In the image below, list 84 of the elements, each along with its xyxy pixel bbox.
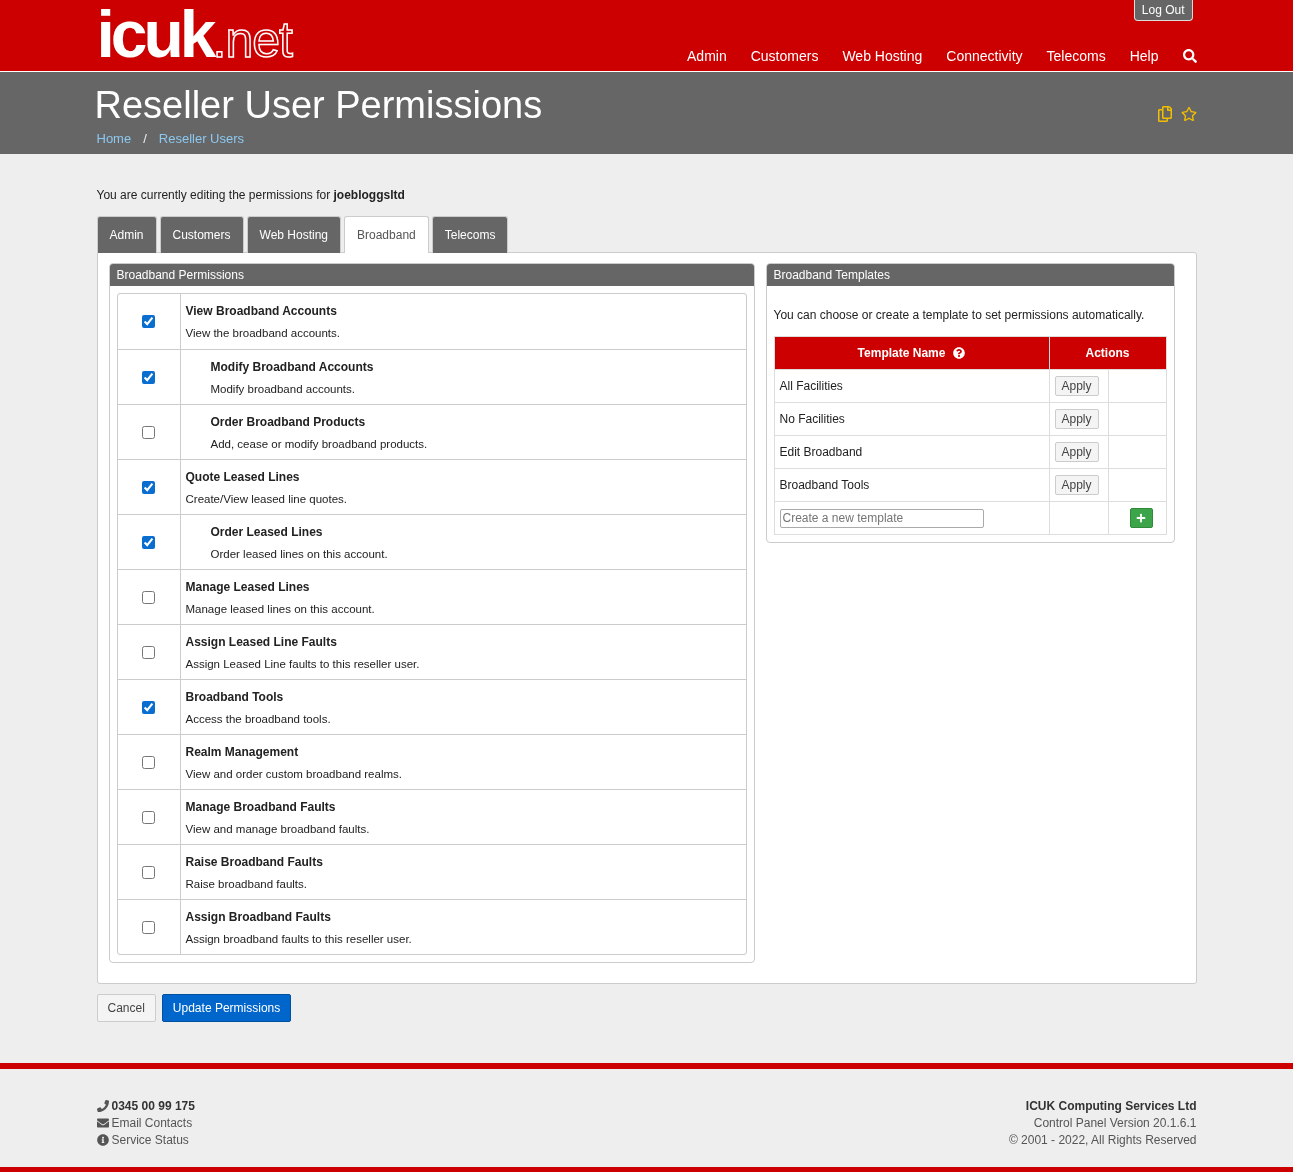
permission-description: Add, cease or modify broadband products. (210, 438, 428, 450)
plus-icon (1136, 513, 1146, 523)
checkbox[interactable] (142, 425, 155, 439)
checkbox[interactable] (142, 535, 155, 549)
search-icon[interactable] (1182, 49, 1197, 63)
permission-description: Access the broadband tools. (185, 713, 331, 725)
permission-description: View and order custom broadband realms. (185, 768, 402, 780)
breadcrumb-link[interactable]: Home (96, 131, 132, 146)
permission-name: Manage Leased Lines (185, 580, 311, 594)
add-button[interactable] (1129, 508, 1153, 528)
panel-title: Broadband Templates (766, 264, 1174, 286)
envelope-icon (96, 1117, 109, 1129)
permission-description: View the broadband accounts. (185, 327, 340, 339)
permission-description: Assign Leased Line faults to this reseller user. (185, 658, 420, 670)
checkbox[interactable] (142, 865, 155, 879)
page-title: Reseller User Permissions (94, 84, 543, 127)
permission-name: Raise Broadband Faults (185, 855, 323, 869)
permission-description: Create/View leased line quotes. (185, 493, 348, 505)
permission-description: Modify broadband accounts. (210, 383, 356, 395)
apply-button[interactable]: Apply (1054, 409, 1099, 429)
checkbox[interactable] (142, 315, 155, 328)
apply-button[interactable]: Apply (1054, 442, 1099, 462)
intro-text: You are currently editing the permissions for joebloggsltd (96, 188, 406, 202)
tab[interactable]: Admin (96, 216, 157, 253)
tab[interactable]: Telecoms (431, 216, 509, 253)
column-header: Template Name (774, 336, 1049, 370)
footer-link[interactable]: Service Status (111, 1133, 189, 1147)
checkbox[interactable] (142, 920, 155, 934)
phone-icon (96, 1100, 109, 1112)
logout-button[interactable]: Log Out (1133, 0, 1193, 21)
templates-intro: You can choose or create a template to set permissions automatically. (773, 308, 1146, 322)
permission-name: Modify Broadband Accounts (210, 360, 374, 374)
permission-name: Manage Broadband Faults (185, 800, 337, 814)
permission-name: Order Leased Lines (210, 525, 324, 539)
nav-link[interactable]: Telecoms (1046, 48, 1106, 64)
copy-icon[interactable] (1156, 106, 1173, 122)
nav-link[interactable]: Web Hosting (842, 48, 923, 64)
update-button[interactable]: Update Permissions (161, 994, 292, 1022)
permission-description: View and manage broadband faults. (185, 823, 370, 835)
permission-name: Realm Management (185, 745, 300, 759)
breadcrumb-separator: / (143, 131, 147, 146)
permission-name: Order Broadband Products (210, 415, 367, 429)
permission-description: Order leased lines on this account. (210, 548, 388, 560)
checkbox[interactable] (142, 370, 155, 384)
cancel-button[interactable]: Cancel (96, 994, 156, 1022)
permission-description: Manage leased lines on this account. (185, 603, 375, 615)
checkbox[interactable] (142, 645, 155, 659)
footer-text: ICUK Computing Services Ltd (1025, 1099, 1197, 1113)
footer-text: © 2001 - 2022, All Rights Reserved (1008, 1133, 1197, 1147)
apply-button[interactable]: Apply (1054, 475, 1099, 495)
input-field[interactable]: Create a new template (779, 508, 984, 528)
permission-name: Assign Broadband Faults (185, 910, 332, 924)
table-cell: Broadband Tools (774, 468, 1049, 502)
nav-link[interactable]: Customers (750, 48, 819, 64)
apply-button[interactable]: Apply (1054, 376, 1099, 396)
footer-text: Control Panel Version 20.1.6.1 (1033, 1116, 1197, 1130)
permission-name: Quote Leased Lines (185, 470, 301, 484)
permission-description: Raise broadband faults. (185, 878, 308, 890)
tab[interactable]: Web Hosting (246, 216, 341, 253)
panel-title: Broadband Permissions (109, 264, 754, 286)
star-icon[interactable] (1180, 106, 1197, 122)
footer-link[interactable]: Email Contacts (111, 1116, 193, 1130)
table-cell: All Facilities (774, 369, 1049, 403)
checkbox[interactable] (142, 590, 155, 604)
tab[interactable]: Customers (159, 216, 244, 253)
checkbox[interactable] (142, 700, 155, 714)
checkbox[interactable] (142, 755, 155, 769)
table-cell: No Facilities (774, 402, 1049, 436)
tab[interactable]: Broadband (344, 216, 429, 253)
nav-link[interactable]: Admin (687, 48, 727, 64)
checkbox[interactable] (142, 810, 155, 824)
permission-description: Assign broadband faults to this reseller user. (185, 933, 412, 945)
permission-name: Assign Leased Line Faults (185, 635, 338, 649)
permission-name: Broadband Tools (185, 690, 285, 704)
breadcrumb-link[interactable]: Reseller Users (158, 131, 245, 146)
logo[interactable]: icuk.net (96, 0, 292, 72)
checkbox[interactable] (142, 480, 155, 494)
table-cell: Edit Broadband (774, 435, 1049, 469)
nav-link[interactable]: Help (1129, 48, 1159, 64)
info-icon (96, 1134, 109, 1146)
help-icon[interactable] (953, 347, 966, 359)
nav-link[interactable]: Connectivity (946, 48, 1023, 64)
permission-name: View Broadband Accounts (185, 304, 338, 318)
column-header: Actions (1049, 336, 1166, 370)
